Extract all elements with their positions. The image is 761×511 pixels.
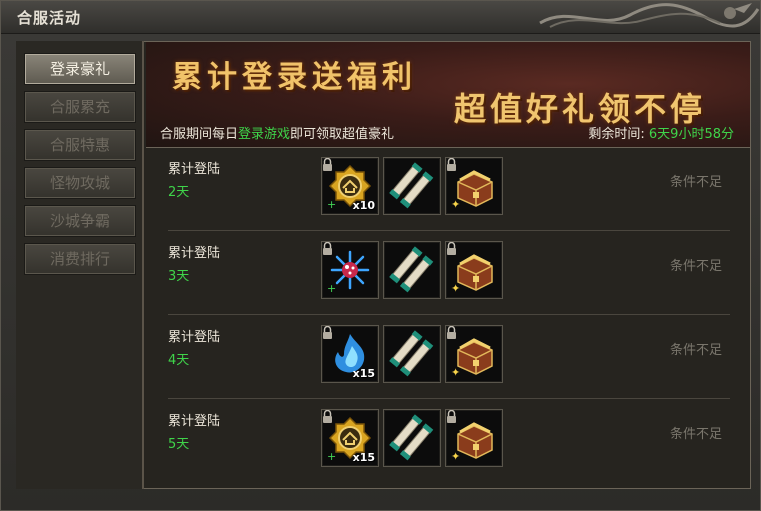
- reward-slot-chest[interactable]: ✦: [445, 157, 503, 215]
- title-bar[interactable]: 合服活动: [1, 1, 760, 34]
- reward-slot-gold-badge[interactable]: + x15: [321, 409, 379, 467]
- claim-status[interactable]: 条件不足: [670, 423, 722, 442]
- tab-merge-recharge[interactable]: 合服累充: [24, 91, 136, 123]
- scroll-bundle-icon: [389, 414, 434, 461]
- desc-highlight: 登录游戏: [238, 127, 291, 142]
- item-quantity: x10: [352, 199, 375, 212]
- banner-title-primary: 累计登录送福利: [172, 60, 417, 95]
- reward-slot-crystal-flower[interactable]: +: [321, 241, 379, 299]
- sidebar: 登录豪礼 合服累充 合服特惠 怪物攻城 沙城争霸 消费排行: [16, 41, 144, 489]
- lock-icon: [447, 158, 456, 171]
- sparkle-icon: ✦: [451, 282, 461, 295]
- row-label: 累计登陆: [168, 330, 221, 345]
- desc-prefix: 合服期间每日: [160, 127, 239, 142]
- activity-window: 合服活动 登录豪礼 合服累充 合服特惠 怪物攻城 沙城争霸 消费排行 累计登录送…: [0, 0, 761, 511]
- scroll-bundle-icon: [389, 246, 434, 293]
- lock-icon: [323, 410, 332, 423]
- row-days: 3天: [168, 269, 190, 284]
- time-label: 剩余时间:: [588, 127, 645, 142]
- row-label: 累计登陆: [168, 414, 221, 429]
- item-quantity: x15: [352, 367, 375, 380]
- row-days: 5天: [168, 437, 190, 452]
- lock-icon: [323, 326, 332, 339]
- reward-slot-scroll[interactable]: [383, 157, 441, 215]
- claim-status[interactable]: 条件不足: [670, 255, 722, 274]
- desc-suffix: 即可领取超值豪礼: [290, 127, 395, 142]
- lock-icon: [323, 158, 332, 171]
- tab-spending-rank[interactable]: 消费排行: [24, 243, 136, 275]
- tab-merge-special[interactable]: 合服特惠: [24, 129, 136, 161]
- scroll-bundle-icon: [389, 162, 434, 209]
- sparkle-icon: ✦: [451, 450, 461, 463]
- scroll-bundle-icon: [389, 330, 434, 377]
- reward-slot-scroll[interactable]: [383, 325, 441, 383]
- row-label: 累计登陆: [168, 162, 221, 177]
- reward-slot-chest[interactable]: ✦: [445, 409, 503, 467]
- row-label: 累计登陆: [168, 246, 221, 261]
- reward-slot-scroll[interactable]: [383, 241, 441, 299]
- sparkle-icon: +: [327, 450, 337, 463]
- lock-icon: [323, 242, 332, 255]
- reward-row-day-3: 累计登陆 3天 + ✦ 条件不足: [146, 231, 750, 315]
- row-days: 2天: [168, 185, 190, 200]
- lock-icon: [447, 326, 456, 339]
- lock-icon: [447, 410, 456, 423]
- tab-castle-war[interactable]: 沙城争霸: [24, 205, 136, 237]
- tab-login-gift[interactable]: 登录豪礼: [24, 53, 136, 85]
- reward-slot-blue-flame[interactable]: x15: [321, 325, 379, 383]
- sparkle-icon: +: [327, 198, 337, 211]
- tab-monster-siege[interactable]: 怪物攻城: [24, 167, 136, 199]
- lock-icon: [447, 242, 456, 255]
- reward-row-day-2: 累计登陆 2天 + x10 ✦ 条件不足: [146, 147, 750, 231]
- reward-row-day-4: 累计登陆 4天 x15 ✦ 条件不足: [146, 315, 750, 399]
- sparkle-icon: ✦: [451, 366, 461, 379]
- item-quantity: x15: [352, 451, 375, 464]
- sparkle-icon: +: [327, 282, 337, 295]
- claim-status[interactable]: 条件不足: [670, 339, 722, 358]
- claim-status[interactable]: 条件不足: [670, 171, 722, 190]
- reward-slot-chest[interactable]: ✦: [445, 325, 503, 383]
- reward-slot-scroll[interactable]: [383, 409, 441, 467]
- row-days: 4天: [168, 353, 190, 368]
- event-banner: 累计登录送福利 超值好礼领不停 合服期间每日登录游戏即可领取超值豪礼 剩余时间:…: [146, 42, 750, 148]
- time-value: 6天9小时58分: [648, 127, 734, 142]
- window-title: 合服活动: [17, 9, 82, 27]
- dragon-ornament-icon: [539, 3, 760, 28]
- banner-description: 合服期间每日登录游戏即可领取超值豪礼: [160, 123, 394, 142]
- reward-slot-chest[interactable]: ✦: [445, 241, 503, 299]
- reward-slot-gold-badge[interactable]: + x10: [321, 157, 379, 215]
- sparkle-icon: ✦: [451, 198, 461, 211]
- reward-row-day-5: 累计登陆 5天 + x15 ✦ 条件不足: [146, 399, 750, 483]
- remaining-time: 剩余时间: 6天9小时58分: [588, 123, 734, 142]
